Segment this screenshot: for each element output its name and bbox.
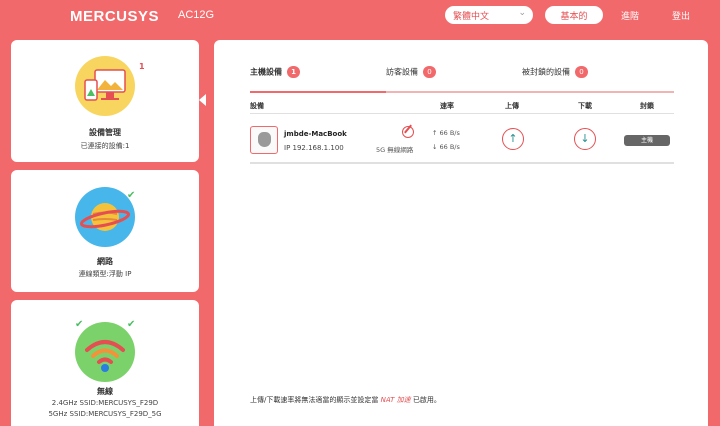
device-count-badge: 1 — [139, 62, 145, 71]
device-management-title: 設備管理 — [89, 128, 121, 137]
tab-guest-devices[interactable]: 訪客設備 0 — [386, 66, 436, 78]
column-header-speed: 速率 — [440, 102, 454, 110]
device-name: jmbde-MacBook — [284, 130, 347, 138]
brand-logo: MERCUSYS — [70, 8, 160, 25]
network-status-check-icon: ✔ — [127, 190, 136, 201]
table-header-divider — [250, 113, 674, 114]
nav-basic-button[interactable]: 基本的 — [545, 6, 603, 24]
arrow-up-icon: ↑ — [508, 132, 518, 145]
tab-label: 訪客設備 — [386, 67, 418, 77]
language-select[interactable]: 繁體中文 ⌄ — [445, 6, 533, 24]
nat-footnote: 上傳/下載速率將無法適當的顯示並設定當 NAT 加速 已啟用。 — [250, 395, 441, 405]
language-value: 繁體中文 — [453, 12, 490, 22]
wireless-title: 無線 — [97, 387, 113, 396]
footnote-prefix: 上傳/下載速率將無法適當的顯示並設定當 — [250, 396, 379, 404]
tab-host-devices[interactable]: 主機設備 1 — [250, 66, 300, 78]
wifi-icon — [75, 322, 135, 382]
tab-indicator — [522, 91, 674, 93]
block-toggle-button[interactable]: 主機 — [624, 135, 670, 146]
upload-speed: ↑ 66 B/s — [432, 129, 460, 137]
upload-limit-button[interactable]: ↑ — [502, 128, 524, 150]
edit-icon[interactable] — [402, 126, 414, 138]
device-list-panel: 主機設備 1 訪客設備 0 被封鎖的設備 0 設備 速率 上傳 下載 封鎖 jmbde… — [214, 40, 708, 426]
nat-acceleration-link[interactable]: NAT 加速 — [381, 396, 411, 404]
connected-devices-label: 已連接的設備:1 — [80, 142, 130, 150]
planet-icon — [75, 187, 135, 247]
tab-blocked-devices[interactable]: 被封鎖的設備 0 — [522, 66, 588, 78]
download-speed: ↓ 66 B/s — [432, 143, 460, 151]
column-header-block: 封鎖 — [640, 102, 654, 110]
network-card[interactable]: ✔ 網路 連線類型:浮動 IP — [11, 170, 199, 292]
nav-advanced-link[interactable]: 進階 — [621, 9, 639, 22]
chevron-down-icon: ⌄ — [518, 8, 526, 18]
active-tab-indicator — [250, 91, 386, 93]
logout-link[interactable]: 登出 — [672, 9, 690, 22]
download-limit-button[interactable]: ↓ — [574, 128, 596, 150]
ssid-5-label: 5GHz SSID:MERCUSYS_F29D_5G — [48, 410, 162, 418]
tab-count-badge: 1 — [287, 66, 300, 78]
device-ip: IP 192.168.1.100 — [284, 144, 344, 152]
apple-icon — [250, 126, 278, 154]
tab-label: 被封鎖的設備 — [522, 67, 570, 77]
network-title: 網路 — [97, 257, 113, 266]
device-management-card[interactable]: 1 設備管理 已連接的設備:1 — [11, 40, 199, 162]
wifi-24-check-icon: ✔ — [75, 319, 84, 330]
device-management-icon — [75, 56, 135, 116]
connection-type-label: 連線類型:浮動 IP — [78, 270, 132, 278]
tab-label: 主機設備 — [250, 67, 282, 77]
tab-count-badge: 0 — [575, 66, 588, 78]
wireless-card[interactable]: ✔ ✔ 無線 2.4GHz SSID:MERCUSYS_F29D 5GHz SS… — [11, 300, 199, 426]
footnote-suffix: 已啟用。 — [412, 396, 441, 404]
tab-indicator — [386, 91, 522, 93]
tab-count-badge: 0 — [423, 66, 436, 78]
ssid-24-label: 2.4GHz SSID:MERCUSYS_F29D — [51, 399, 159, 407]
column-header-download: 下載 — [578, 102, 592, 110]
arrow-down-icon: ↓ — [580, 132, 590, 145]
top-header: MERCUSYS AC12G 繁體中文 ⌄ 基本的 進階 登出 — [0, 0, 720, 32]
row-divider — [250, 162, 674, 164]
connection-band: 5G 無線網路 — [376, 146, 414, 154]
active-card-pointer — [199, 94, 206, 106]
wifi-5-check-icon: ✔ — [127, 319, 136, 330]
device-tabs: 主機設備 1 訪客設備 0 被封鎖的設備 0 — [250, 66, 674, 93]
column-header-upload: 上傳 — [505, 102, 519, 110]
column-header-device: 設備 — [250, 102, 264, 110]
model-label: AC12G — [178, 9, 215, 21]
